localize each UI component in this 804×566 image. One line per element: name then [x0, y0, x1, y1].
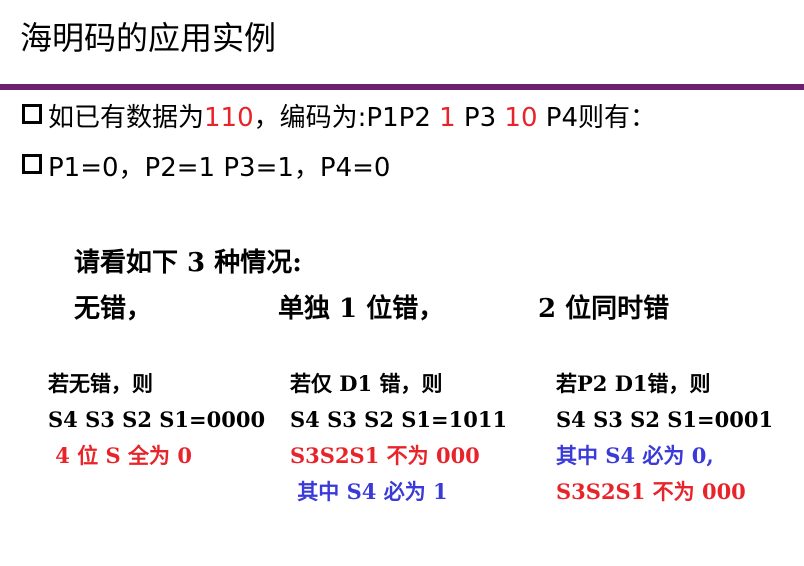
- col2-conclusion-s4: 其中 S4 必为 1: [290, 479, 448, 504]
- column-no-error: 若无错，则 S4 S3 S2 S1=0000 4 位 S 全为 0: [48, 366, 265, 474]
- code-bits-10: 10: [504, 103, 538, 133]
- bullet1-suffix: P4则有：: [537, 103, 657, 133]
- col1-condition: 若无错，则: [48, 371, 153, 396]
- col1-conclusion: 4 位 S 全为 0: [48, 443, 192, 468]
- case-no-error-heading: 无错，: [74, 294, 153, 324]
- col2-syndrome: S4 S3 S2 S1=1011: [290, 407, 508, 432]
- cases-intro: 请看如下 3 种情况:: [74, 248, 302, 278]
- bullet-parity-values: P1=0，P2=1 P3=1，P4=0: [22, 150, 390, 186]
- slide-title: 海明码的应用实例: [20, 19, 277, 57]
- case-double-error-heading: 2 位同时错: [538, 294, 670, 324]
- col2-conclusion-nonzero: S3S2S1 不为 000: [290, 443, 480, 468]
- col3-conclusion-s4: 其中 S4 必为 0,: [556, 443, 714, 468]
- col1-syndrome: S4 S3 S2 S1=0000: [48, 407, 266, 432]
- bullet1-prefix: 如已有数据为: [48, 103, 205, 133]
- bullet-data-encoding: 如已有数据为110，编码为:P1P2 1 P3 10 P4则有：: [22, 100, 656, 136]
- square-bullet-icon: [22, 104, 42, 124]
- parity-values-text: P1=0，P2=1 P3=1，P4=0: [48, 153, 391, 183]
- square-bullet-icon: [22, 154, 42, 174]
- col3-conclusion-nonzero: S3S2S1 不为 000: [556, 479, 746, 504]
- bullet1-mid: ，编码为:P1P2: [253, 103, 440, 133]
- title-divider: [0, 84, 804, 90]
- column-single-error: 若仅 D1 错，则 S4 S3 S2 S1=1011 S3S2S1 不为 000…: [290, 366, 507, 510]
- col2-condition: 若仅 D1 错，则: [290, 371, 443, 396]
- case-single-error-heading: 单独 1 位错，: [278, 294, 445, 324]
- code-bit-1: 1: [439, 103, 456, 133]
- bullet1-mid2: P3: [455, 103, 505, 133]
- column-double-error: 若P2 D1错，则 S4 S3 S2 S1=0001 其中 S4 必为 0, S…: [556, 366, 773, 510]
- col3-syndrome: S4 S3 S2 S1=0001: [556, 407, 774, 432]
- col3-condition: 若P2 D1错，则: [556, 371, 711, 396]
- data-bits-value: 110: [204, 103, 254, 133]
